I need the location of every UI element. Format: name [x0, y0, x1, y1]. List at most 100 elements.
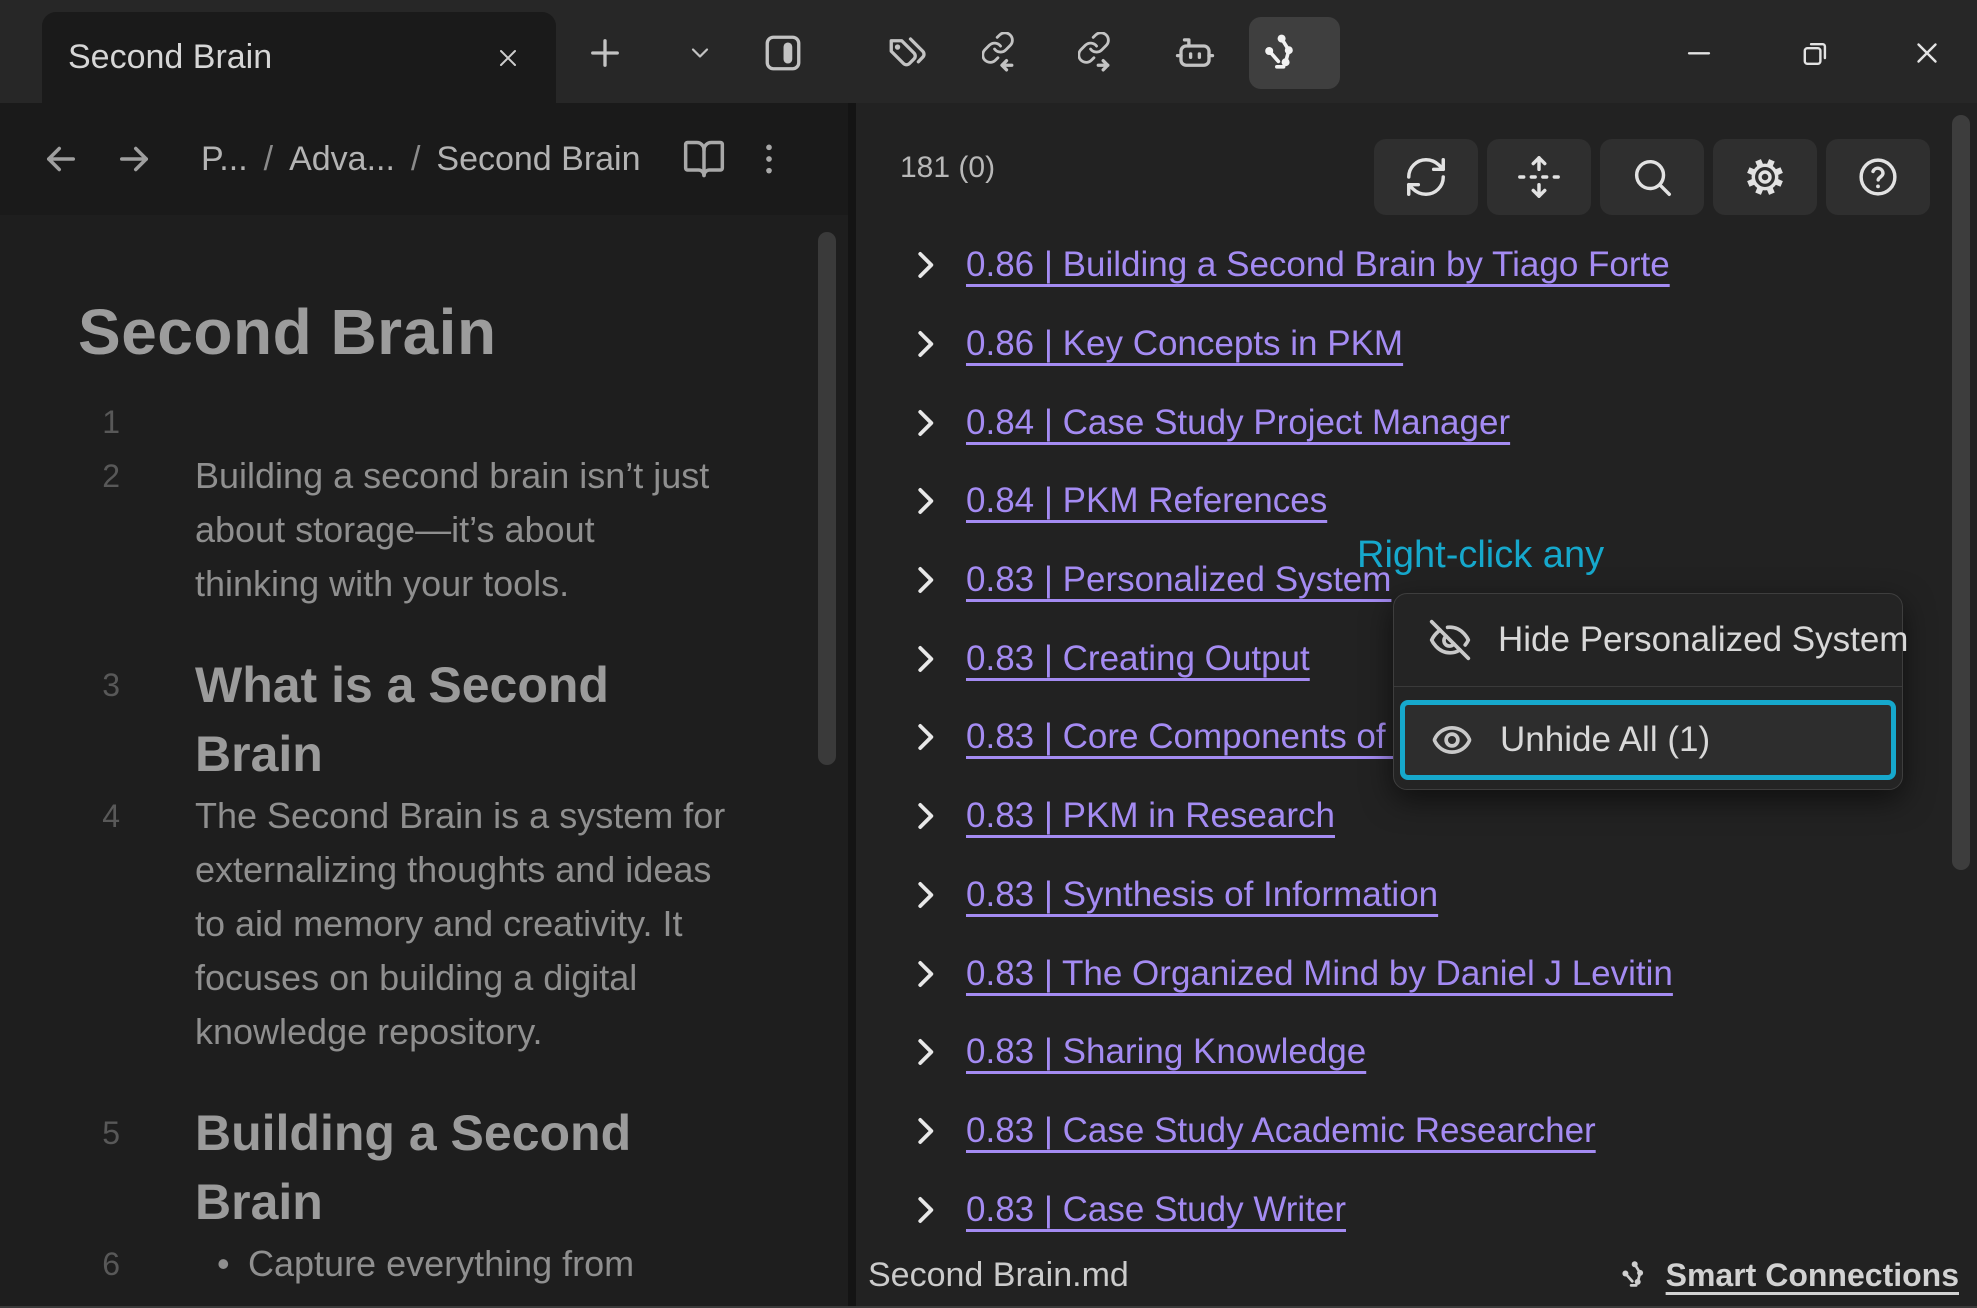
body-text: to aid memory and creativity. It — [195, 897, 805, 951]
minimize-window-button[interactable] — [1670, 24, 1728, 82]
refresh-button[interactable] — [1374, 139, 1478, 215]
reading-mode-icon[interactable] — [681, 136, 727, 182]
connection-link[interactable]: 0.83 | PKM in Research — [966, 796, 1335, 836]
breadcrumb-separator: / — [411, 140, 420, 179]
tab-close-icon[interactable] — [486, 36, 530, 80]
unfold-vertical-button[interactable] — [1487, 139, 1591, 215]
annotation-text: Right-click any — [1357, 534, 1604, 577]
breadcrumb-item[interactable]: Second Brain — [436, 140, 640, 179]
heading-text: Brain — [195, 720, 805, 789]
connection-link[interactable]: 0.84 | PKM References — [966, 481, 1327, 521]
breadcrumb-item[interactable]: P... — [201, 140, 248, 179]
tab-title: Second Brain — [68, 38, 272, 77]
settings-button[interactable] — [1713, 139, 1817, 215]
connection-item[interactable]: 0.86 | Building a Second Brain by Tiago … — [856, 226, 1977, 305]
smart-connections-icon — [1614, 1257, 1650, 1293]
search-icon — [1629, 154, 1675, 200]
close-icon — [1910, 36, 1944, 70]
bot-button[interactable] — [1166, 24, 1224, 82]
heading-text: Building a Second — [195, 1099, 805, 1168]
connection-link[interactable]: 0.84 | Case Study Project Manager — [966, 403, 1510, 443]
chevron-right-icon — [906, 876, 944, 914]
expand-chevron[interactable] — [906, 955, 944, 993]
chevron-right-icon — [906, 797, 944, 835]
expand-chevron[interactable] — [906, 797, 944, 835]
chevron-right-icon — [906, 718, 944, 756]
plus-button[interactable] — [576, 24, 634, 82]
connection-link[interactable]: 0.83 | The Organized Mind by Daniel J Le… — [966, 954, 1673, 994]
restore-icon — [1798, 36, 1832, 70]
tags-button[interactable] — [878, 24, 936, 82]
editor-scrollbar[interactable] — [818, 232, 836, 765]
connection-link[interactable]: 0.83 | Personalized System — [966, 560, 1391, 600]
help-button[interactable] — [1826, 139, 1930, 215]
connection-link[interactable]: 0.83 | Synthesis of Information — [966, 875, 1438, 915]
more-options-icon[interactable] — [749, 136, 789, 182]
eye-icon — [1430, 718, 1474, 762]
connection-link[interactable]: 0.83 | Case Study Academic Researcher — [966, 1111, 1596, 1151]
link-out-button[interactable] — [1070, 24, 1128, 82]
connection-item[interactable]: 0.83 | Sharing Knowledge — [856, 1013, 1977, 1092]
connection-link[interactable]: 0.83 | Sharing Knowledge — [966, 1032, 1366, 1072]
connection-item[interactable]: 0.84 | Case Study Project Manager — [856, 383, 1977, 462]
help-icon — [1855, 154, 1901, 200]
list-bullet: • — [217, 1237, 248, 1291]
book-open-icon — [682, 137, 726, 181]
search-button[interactable] — [1600, 139, 1704, 215]
tab-second-brain[interactable]: Second Brain — [42, 12, 556, 103]
expand-chevron[interactable] — [906, 640, 944, 678]
connection-link[interactable]: 0.86 | Building a Second Brain by Tiago … — [966, 245, 1670, 285]
menu-item-hide[interactable]: Hide Personalized System — [1394, 594, 1902, 686]
restore-window-button[interactable] — [1786, 24, 1844, 82]
app-window: Second Brain P.../Adva.../Second Brain S… — [0, 0, 1977, 1308]
connection-item[interactable]: 0.86 | Key Concepts in PKM — [856, 305, 1977, 384]
expand-chevron[interactable] — [906, 1191, 944, 1229]
forward-button[interactable] — [111, 136, 157, 182]
expand-chevron[interactable] — [906, 404, 944, 442]
expand-chevron[interactable] — [906, 325, 944, 363]
chevron-right-icon — [906, 640, 944, 678]
eye-icon — [1430, 718, 1474, 762]
line-number: 1 — [0, 395, 120, 449]
connection-item[interactable]: 0.83 | Case Study Academic Researcher — [856, 1092, 1977, 1171]
breadcrumb-item[interactable]: Adva... — [289, 140, 395, 179]
expand-chevron[interactable] — [906, 1033, 944, 1071]
editor-line-block: 4The Second Brain is a system forexterna… — [0, 789, 848, 1059]
menu-item-unhide-all[interactable]: Unhide All (1) — [1400, 700, 1896, 780]
chevron-down-button[interactable] — [671, 24, 729, 82]
markdown-editor[interactable]: Second Brain 12Building a second brain i… — [0, 215, 848, 1308]
expand-chevron[interactable] — [906, 718, 944, 756]
context-menu: Hide Personalized System Unhide All (1) — [1393, 593, 1903, 790]
connection-link[interactable]: 0.83 | Case Study Writer — [966, 1190, 1346, 1230]
minimize-icon — [1682, 36, 1716, 70]
expand-chevron[interactable] — [906, 876, 944, 914]
smart-connections-link[interactable]: Smart Connections — [1666, 1257, 1959, 1294]
connection-link[interactable]: 0.86 | Key Concepts in PKM — [966, 324, 1403, 364]
smart-connections-button[interactable] — [1249, 24, 1307, 82]
menu-item-label: Hide Personalized System — [1498, 620, 1908, 660]
connection-item[interactable]: 0.84 | PKM References — [856, 462, 1977, 541]
expand-chevron[interactable] — [906, 561, 944, 599]
expand-chevron[interactable] — [906, 1112, 944, 1150]
link-in-icon — [982, 32, 1024, 74]
editor-line-block: 6•Capture everything from — [0, 1237, 848, 1291]
line-number: 5 — [0, 1099, 120, 1237]
connection-item[interactable]: 0.83 | The Organized Mind by Daniel J Le… — [856, 934, 1977, 1013]
bot-icon — [1174, 32, 1216, 74]
connection-item[interactable]: 0.83 | Case Study Writer — [856, 1170, 1977, 1249]
link-out-icon — [1078, 32, 1120, 74]
connection-link[interactable]: 0.83 | Creating Output — [966, 639, 1310, 679]
expand-chevron[interactable] — [906, 246, 944, 284]
close-window-button[interactable] — [1898, 24, 1956, 82]
panel-right-button[interactable] — [754, 24, 812, 82]
connections-scrollbar[interactable] — [1952, 115, 1970, 870]
body-text: focuses on building a digital — [195, 951, 805, 1005]
heading-text: Brain — [195, 1168, 805, 1237]
body-text: thinking with your tools. — [195, 557, 805, 611]
link-in-button[interactable] — [974, 24, 1032, 82]
back-button[interactable] — [38, 136, 84, 182]
connection-item[interactable]: 0.83 | Synthesis of Information — [856, 856, 1977, 935]
expand-chevron[interactable] — [906, 482, 944, 520]
pane-resize-handle[interactable] — [848, 103, 856, 1308]
workspace: P.../Adva.../Second Brain Second Brain 1… — [0, 103, 1977, 1308]
